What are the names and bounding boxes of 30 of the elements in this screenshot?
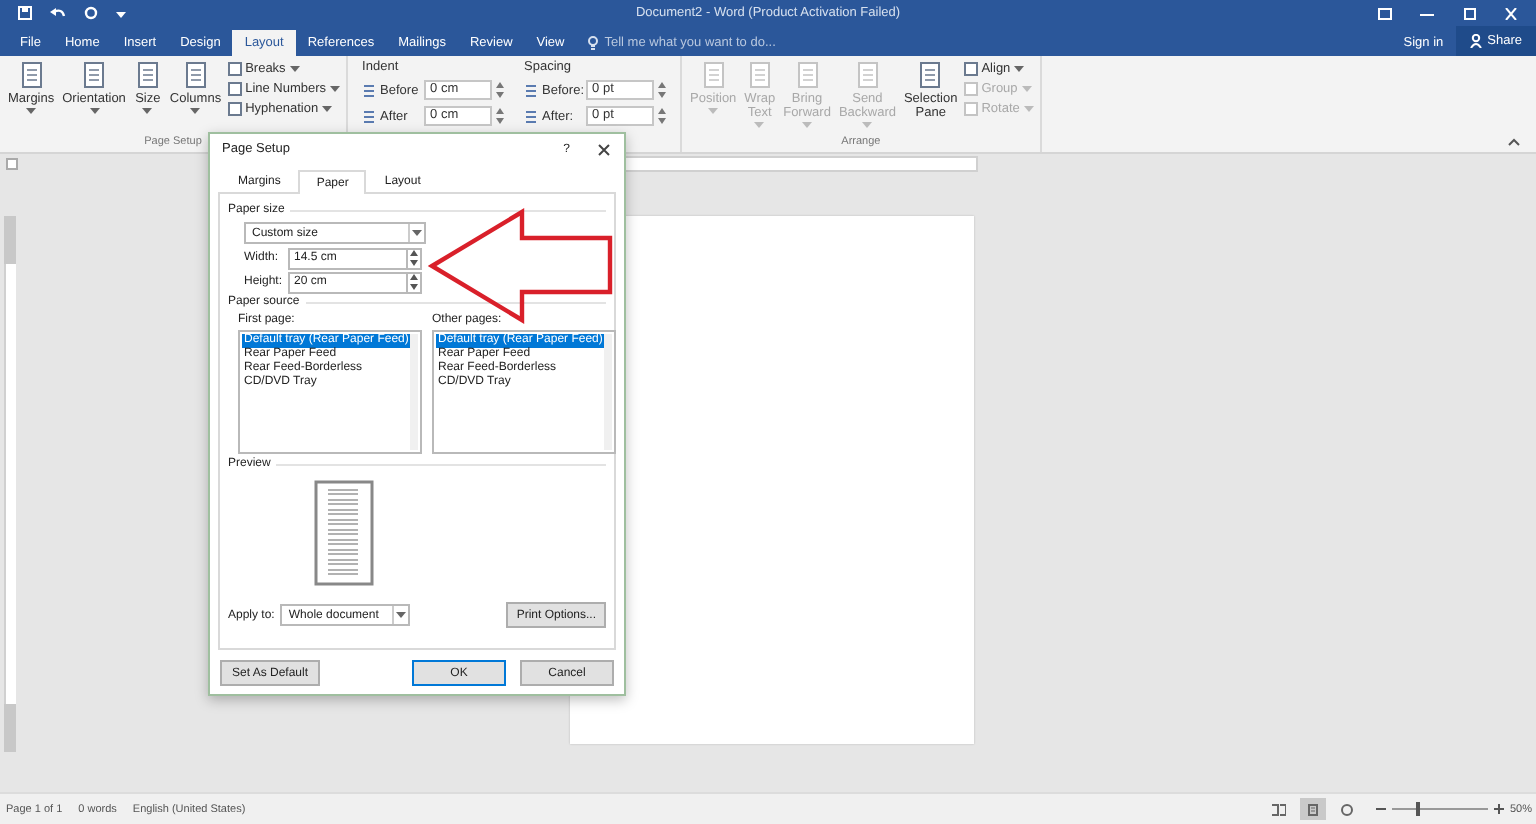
- spacing-icon: [362, 83, 377, 97]
- spin-button[interactable]: [410, 274, 418, 290]
- ribbon-options-icon[interactable]: [1378, 7, 1392, 19]
- person-icon: [1469, 34, 1482, 48]
- view-icon: [1339, 803, 1354, 815]
- view-icon: [1305, 803, 1320, 815]
- caret-icon: [396, 612, 407, 618]
- spacing-icon: [362, 109, 377, 123]
- caret-icon: [1021, 86, 1032, 92]
- spin-button[interactable]: [410, 250, 418, 266]
- spacing-icon: [524, 109, 539, 123]
- save-icon[interactable]: [18, 6, 32, 20]
- lightbulb-icon: [588, 36, 599, 50]
- undo-icon[interactable]: [50, 6, 66, 20]
- zoom-thumb[interactable]: [1416, 802, 1421, 816]
- view-button[interactable]: [1299, 798, 1326, 820]
- page-preview-drawing: [314, 480, 374, 586]
- view-icon: [1271, 803, 1286, 815]
- collapse-icon[interactable]: [1508, 138, 1520, 146]
- caret-icon: [412, 230, 422, 236]
- zoom-in-icon[interactable]: [1493, 804, 1504, 814]
- customize-icon[interactable]: [116, 8, 126, 18]
- scrollbar[interactable]: [410, 334, 418, 450]
- caret-icon: [1014, 66, 1025, 72]
- caret-icon: [1023, 106, 1034, 112]
- zoom-out-icon[interactable]: [1375, 804, 1386, 814]
- spacing-icon: [524, 83, 539, 97]
- scrollbar[interactable]: [604, 334, 612, 450]
- close-icon[interactable]: [598, 143, 610, 155]
- maximize-icon[interactable]: [1462, 7, 1476, 19]
